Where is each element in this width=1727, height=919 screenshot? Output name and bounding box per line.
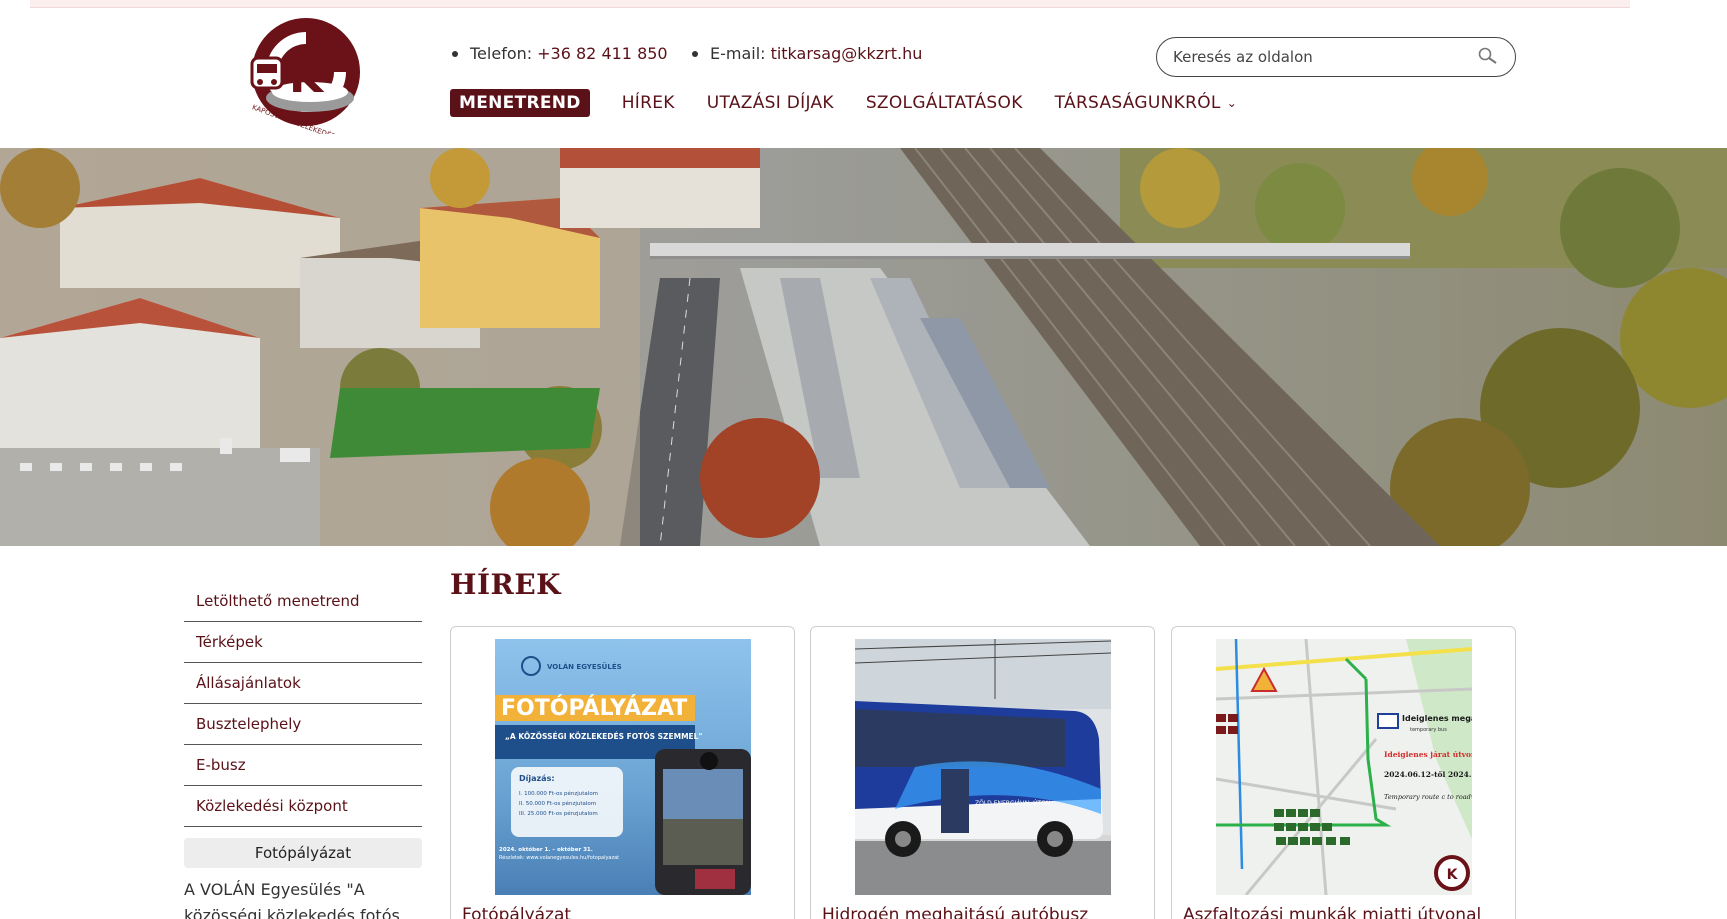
svg-text:II. 50.000 Ft-os pénzjutalom: II. 50.000 Ft-os pénzjutalom — [519, 800, 596, 807]
svg-text:III. 25.000 Ft-os pénzjutalom: III. 25.000 Ft-os pénzjutalom — [519, 810, 598, 817]
nav-tarsasagunkrol-label: TÁRSASÁGUNKRÓL — [1054, 93, 1221, 113]
svg-text:Díjazás:: Díjazás: — [519, 774, 555, 783]
svg-text:temporary bus: temporary bus — [1410, 727, 1447, 733]
nav-tarsasagunkrol[interactable]: TÁRSASÁGUNKRÓL ⌄ — [1055, 93, 1237, 113]
news-card[interactable]: FOTÓPÁLYÁZAT VOLÁN EGYESÜLÉS „A KÖZÖSSÉG… — [450, 626, 795, 919]
email-link[interactable]: titkarsag@kkzrt.hu — [771, 44, 923, 63]
news-card-image[interactable]: FOTÓPÁLYÁZAT VOLÁN EGYESÜLÉS „A KÖZÖSSÉG… — [495, 639, 751, 895]
svg-text:Ideiglenes megá: Ideiglenes megá — [1402, 714, 1472, 723]
site-header: K KAPOSVÁRI KÖZLEKEDÉSI ZRT. Telefon: +3… — [0, 8, 1727, 148]
news-card[interactable]: ZÖLD ENERGIÁVAL ÚTON Hidrogén meghajtású… — [810, 626, 1155, 919]
svg-text:I. 100.000 Ft-os pénzjutalom: I. 100.000 Ft-os pénzjutalom — [519, 790, 598, 797]
bullet-icon — [692, 50, 698, 57]
sidebar-item-allasajanlatok[interactable]: Állásajánlatok — [184, 663, 422, 704]
svg-text:2024.06.12-től 2024.10.09-ig.: 2024.06.12-től 2024.10.09-ig. — [1384, 770, 1472, 779]
nav-menetrend[interactable]: MENETREND — [450, 89, 590, 117]
sidebar-item-terkepek[interactable]: Térképek — [184, 622, 422, 663]
news-card-title[interactable]: Fotópályázat — [462, 905, 571, 919]
news-card-image[interactable]: ZÖLD ENERGIÁVAL ÚTON — [855, 639, 1111, 895]
contact-phone: Telefon: +36 82 411 850 — [452, 44, 668, 63]
svg-text:VOLÁN EGYESÜLÉS: VOLÁN EGYESÜLÉS — [547, 662, 622, 671]
svg-text:2024. október 1. – október 31.: 2024. október 1. – október 31. — [499, 846, 593, 853]
email-label: E-mail: — [710, 44, 766, 63]
nav-utazasi-dijak[interactable]: UTAZÁSI DÍJAK — [707, 93, 834, 113]
svg-text:Ideiglenes járat útvonalváltoz: Ideiglenes járat útvonalváltozás! — [1384, 750, 1472, 759]
news-card-title[interactable]: Aszfaltozási munkák miatti útvonal — [1183, 905, 1481, 919]
search-icon[interactable] — [1477, 46, 1499, 68]
svg-text:K: K — [289, 52, 325, 103]
search-box — [1156, 37, 1516, 77]
svg-text:„A KÖZÖSSÉGI KÖZLEKEDÉS FOTÓS: „A KÖZÖSSÉGI KÖZLEKEDÉS FOTÓS SZEMMEL" — [505, 732, 702, 741]
svg-text:ZÖLD ENERGIÁVAL ÚTON: ZÖLD ENERGIÁVAL ÚTON — [975, 800, 1050, 807]
svg-text:Részletek: www.volanegyesules.: Részletek: www.volanegyesules.hu/fotopal… — [499, 854, 619, 861]
news-card-title[interactable]: Hidrogén meghajtású autóbusz — [822, 905, 1088, 919]
news-card-image[interactable]: Ideiglenes megá temporary bus Ideiglenes… — [1216, 639, 1472, 895]
nav-szolgaltatasok[interactable]: SZOLGÁLTATÁSOK — [866, 93, 1023, 113]
sidebar-item-kozlekedesi-kozpont[interactable]: Közlekedési központ — [184, 786, 422, 827]
news-card[interactable]: Ideiglenes megá temporary bus Ideiglenes… — [1171, 626, 1516, 919]
chevron-down-icon: ⌄ — [1226, 96, 1238, 110]
main-nav: MENETREND HÍREK UTAZÁSI DÍJAK SZOLGÁLTAT… — [450, 88, 1269, 118]
page-title: HÍREK — [450, 568, 561, 601]
svg-text:Temporary route c to roadworks: Temporary route c to roadworks, expe Oct… — [1384, 793, 1472, 801]
svg-text:K: K — [1447, 867, 1459, 883]
sidebar: Letölthető menetrend Térképek Állásajánl… — [184, 581, 422, 919]
phone-link[interactable]: +36 82 411 850 — [537, 44, 667, 63]
phone-label: Telefon: — [470, 44, 533, 63]
sidebar-item-busztelephely[interactable]: Busztelephely — [184, 704, 422, 745]
top-strip — [30, 0, 1630, 8]
contact-email: E-mail: titkarsag@kkzrt.hu — [692, 44, 922, 63]
sidebar-item-letoltheto-menetrend[interactable]: Letölthető menetrend — [184, 581, 422, 622]
svg-text:FOTÓPÁLYÁZAT: FOTÓPÁLYÁZAT — [501, 695, 687, 721]
bullet-icon — [452, 50, 458, 57]
sidebar-item-e-busz[interactable]: E-busz — [184, 745, 422, 786]
nav-hirek[interactable]: HÍREK — [622, 93, 675, 113]
sidebar-box-title: Fotópályázat — [184, 838, 422, 868]
search-input[interactable] — [1173, 48, 1477, 66]
sidebar-box-text: A VOLÁN Egyesülés "A közösségi közlekedé… — [184, 880, 400, 919]
hero-image — [0, 148, 1727, 546]
